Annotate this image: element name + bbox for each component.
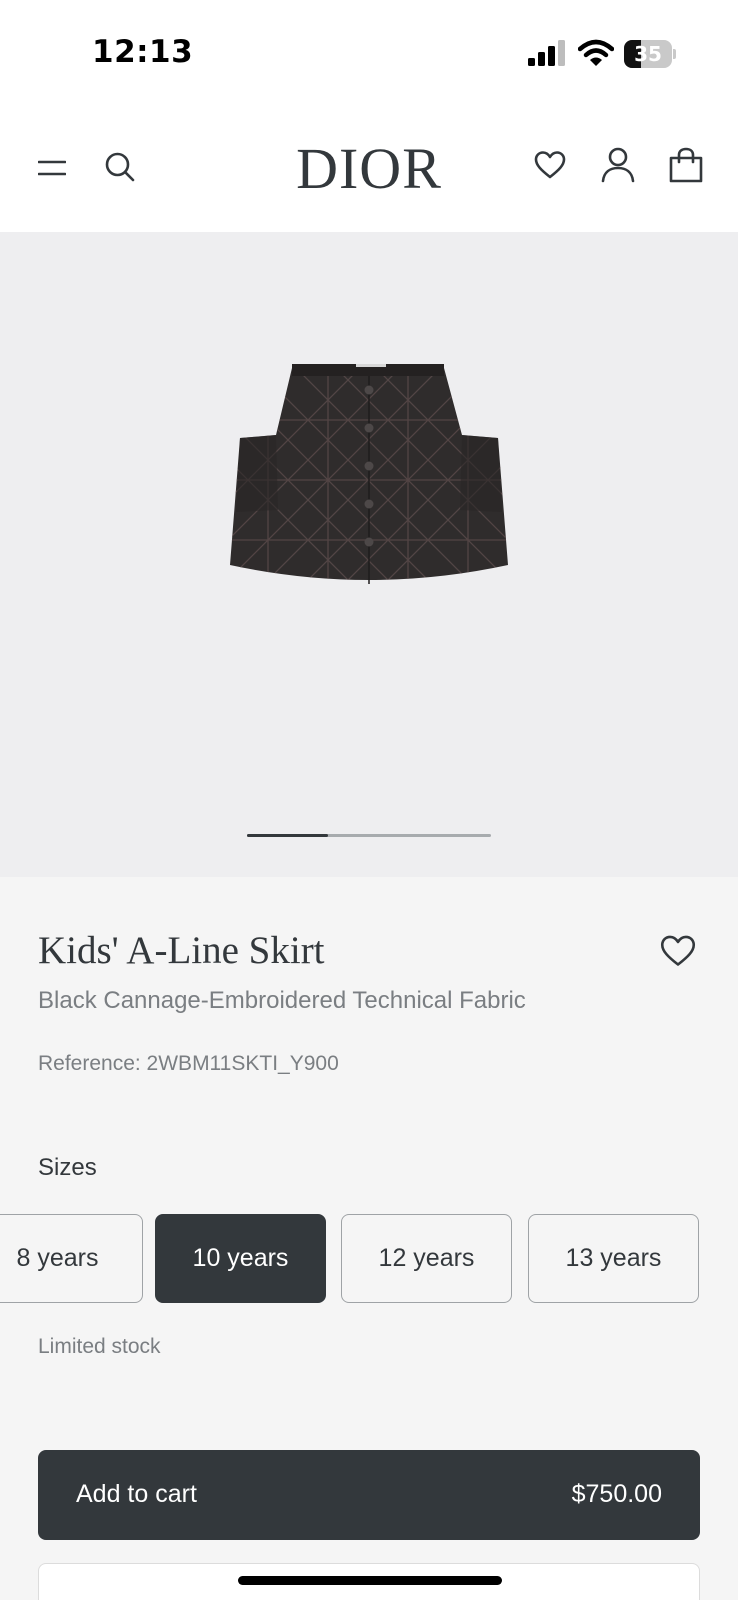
product-price: $750.00 bbox=[571, 1480, 662, 1508]
gallery-progress-fill bbox=[247, 834, 328, 837]
size-option-13-years[interactable]: 13 years bbox=[528, 1214, 699, 1303]
size-option-12-years[interactable]: 12 years bbox=[341, 1214, 512, 1303]
product-image bbox=[230, 364, 508, 584]
product-description: Black Cannage-Embroidered Technical Fabr… bbox=[38, 987, 526, 1014]
sizes-heading: Sizes bbox=[38, 1154, 97, 1181]
heart-icon[interactable] bbox=[534, 150, 566, 180]
battery-level: 35 bbox=[634, 42, 662, 66]
status-bar: 12:13 35 bbox=[0, 0, 738, 110]
add-to-wishlist-heart-icon[interactable] bbox=[660, 934, 696, 968]
account-icon[interactable] bbox=[601, 147, 635, 183]
battery-cap bbox=[673, 49, 676, 59]
site-header: DIOR bbox=[0, 110, 738, 232]
status-time: 12:13 bbox=[92, 34, 194, 70]
home-indicator[interactable] bbox=[238, 1576, 502, 1585]
product-gallery[interactable] bbox=[0, 232, 738, 877]
battery-icon: 35 bbox=[624, 40, 676, 68]
stock-status: Limited stock bbox=[38, 1335, 161, 1358]
gallery-progress[interactable] bbox=[247, 834, 491, 837]
product-name: Kids' A-Line Skirt bbox=[38, 929, 325, 972]
battery-body: 35 bbox=[624, 40, 672, 68]
wifi-icon bbox=[578, 39, 614, 66]
product-reference: Reference: 2WBM11SKTI_Y900 bbox=[38, 1052, 339, 1075]
add-to-cart-label: Add to cart bbox=[76, 1480, 197, 1508]
bag-icon[interactable] bbox=[669, 147, 703, 183]
signal-icon bbox=[528, 40, 565, 66]
size-option-8-years[interactable]: 8 years bbox=[0, 1214, 143, 1303]
size-option-10-years[interactable]: 10 years bbox=[155, 1214, 326, 1303]
add-to-cart-button[interactable]: Add to cart $750.00 bbox=[38, 1450, 700, 1540]
